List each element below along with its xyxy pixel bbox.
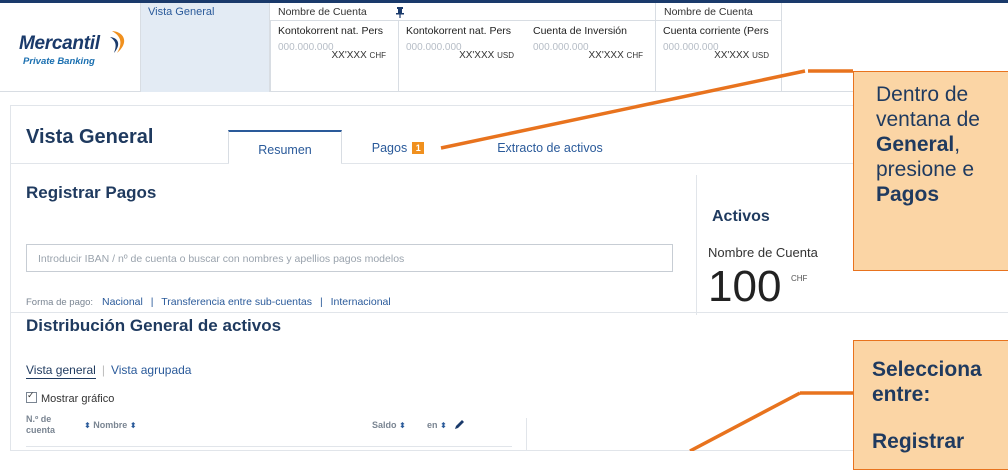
callout-line: presione e [876, 158, 975, 181]
callout-line: Dentro de [876, 83, 969, 106]
callout-line: entre: [872, 383, 931, 406]
arrow-to-pagos-tab [440, 69, 806, 150]
callout-line: ventana de [876, 108, 980, 131]
callout-line: General, [876, 133, 961, 156]
arrow-to-registrar [689, 391, 801, 451]
instruction-callout-pagos: Dentro de ventana de General, presione e… [853, 71, 1008, 271]
callout-line: Selecciona [872, 358, 982, 381]
callout-line: Pagos [876, 183, 940, 206]
callout-line: Registrar [872, 430, 965, 453]
